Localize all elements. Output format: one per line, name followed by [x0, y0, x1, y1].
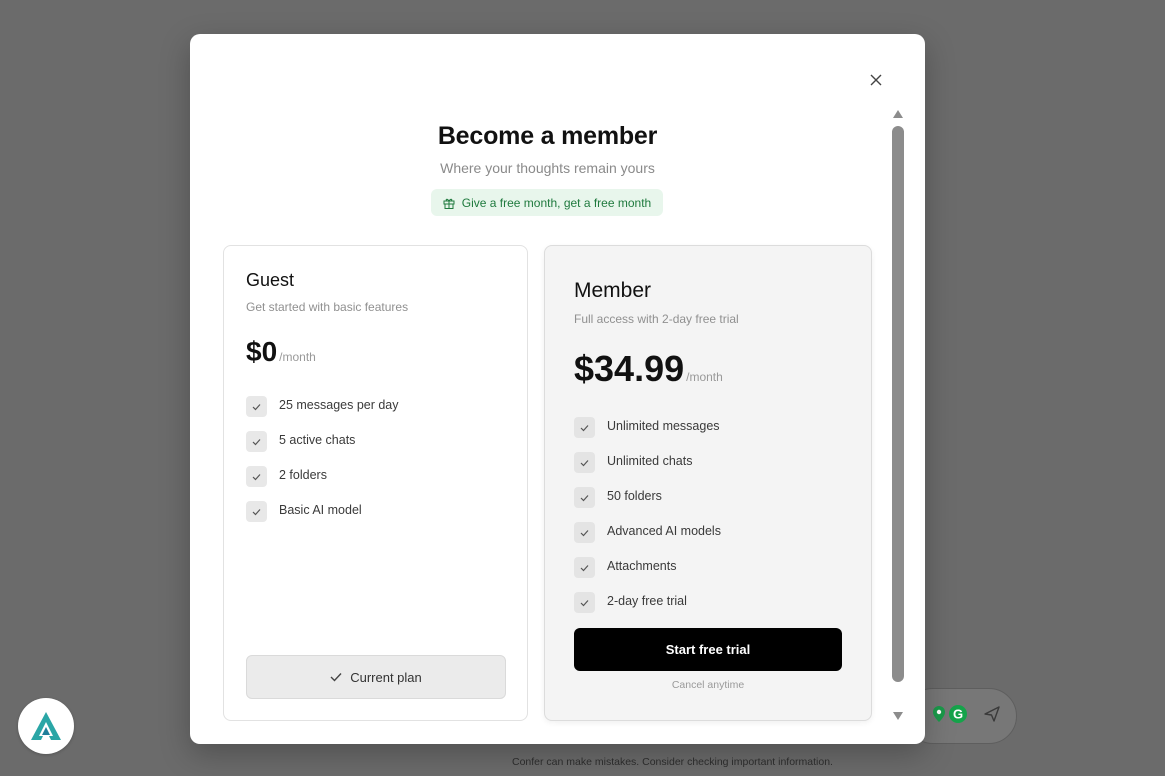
feature-item: 25 messages per day: [246, 387, 399, 422]
check-icon: [246, 431, 267, 452]
scroll-down-arrow[interactable]: [892, 710, 904, 722]
feature-label: 5 active chats: [279, 432, 356, 447]
guest-plan-card: Guest Get started with basic features $0…: [223, 245, 528, 721]
check-icon: [246, 396, 267, 417]
check-icon: [330, 673, 342, 682]
check-icon: [574, 557, 595, 578]
feature-label: Unlimited messages: [607, 418, 720, 433]
membership-modal: Become a member Where your thoughts rema…: [190, 34, 925, 744]
referral-promo-button[interactable]: Give a free month, get a free month: [431, 189, 663, 216]
close-button[interactable]: [866, 70, 886, 90]
plan-description: Get started with basic features: [246, 300, 409, 314]
feature-label: Attachments: [607, 558, 677, 573]
price-period: /month: [686, 370, 723, 384]
feature-item: 2 folders: [246, 457, 399, 492]
check-icon: [574, 522, 595, 543]
send-icon: [981, 703, 1003, 725]
check-icon: [246, 466, 267, 487]
feature-list: Unlimited messages Unlimited chats 50 fo…: [574, 408, 721, 618]
check-icon: [574, 487, 595, 508]
plan-price: $34.99 /month: [574, 348, 723, 390]
feature-item: Advanced AI models: [574, 513, 721, 548]
close-icon: [870, 74, 882, 86]
feature-label: 50 folders: [607, 488, 662, 503]
feature-list: 25 messages per day 5 active chats 2 fol…: [246, 387, 399, 527]
price-amount: $34.99: [574, 348, 685, 389]
feature-label: 2 folders: [279, 467, 327, 482]
feature-item: Basic AI model: [246, 492, 399, 527]
feature-label: Advanced AI models: [607, 523, 721, 538]
feature-item: 50 folders: [574, 478, 721, 513]
scrollbar-thumb[interactable]: [892, 126, 904, 682]
feature-item: 5 active chats: [246, 422, 399, 457]
cancel-anytime-note: Cancel anytime: [671, 679, 745, 691]
current-plan-label: Current plan: [350, 669, 422, 685]
plan-name: Member: [574, 279, 652, 302]
feature-item: Unlimited chats: [574, 443, 721, 478]
grammarly-icon: G: [947, 703, 969, 725]
app-logo: [31, 712, 61, 740]
check-icon: [574, 452, 595, 473]
plan-name: Guest: [246, 270, 295, 290]
modal-subtitle: Where your thoughts remain yours: [440, 160, 655, 176]
promo-label: Give a free month, get a free month: [461, 195, 652, 210]
check-icon: [574, 592, 595, 613]
scroll-up-arrow[interactable]: [892, 108, 904, 120]
feature-item: Attachments: [574, 548, 721, 583]
feature-label: 25 messages per day: [279, 397, 399, 412]
feature-label: Unlimited chats: [607, 453, 693, 468]
modal-title: Become a member: [437, 122, 658, 150]
gift-icon: [443, 198, 455, 209]
app-logo-button[interactable]: [18, 698, 74, 754]
svg-text:G: G: [953, 707, 963, 722]
check-icon: [574, 417, 595, 438]
plan-description: Full access with 2-day free trial: [574, 312, 739, 326]
current-plan-button[interactable]: Current plan: [246, 655, 506, 699]
member-plan-card: Member Full access with 2-day free trial…: [544, 245, 872, 721]
start-free-trial-button[interactable]: Start free trial: [574, 628, 842, 671]
feature-item: 2-day free trial: [574, 583, 721, 618]
price-period: /month: [279, 350, 316, 364]
disclaimer-text: Confer can make mistakes. Consider check…: [512, 756, 833, 768]
feature-label: 2-day free trial: [607, 593, 687, 608]
plan-price: $0 /month: [246, 336, 316, 368]
check-icon: [246, 501, 267, 522]
feature-item: Unlimited messages: [574, 408, 721, 443]
price-amount: $0: [246, 336, 278, 367]
feature-label: Basic AI model: [279, 502, 362, 517]
